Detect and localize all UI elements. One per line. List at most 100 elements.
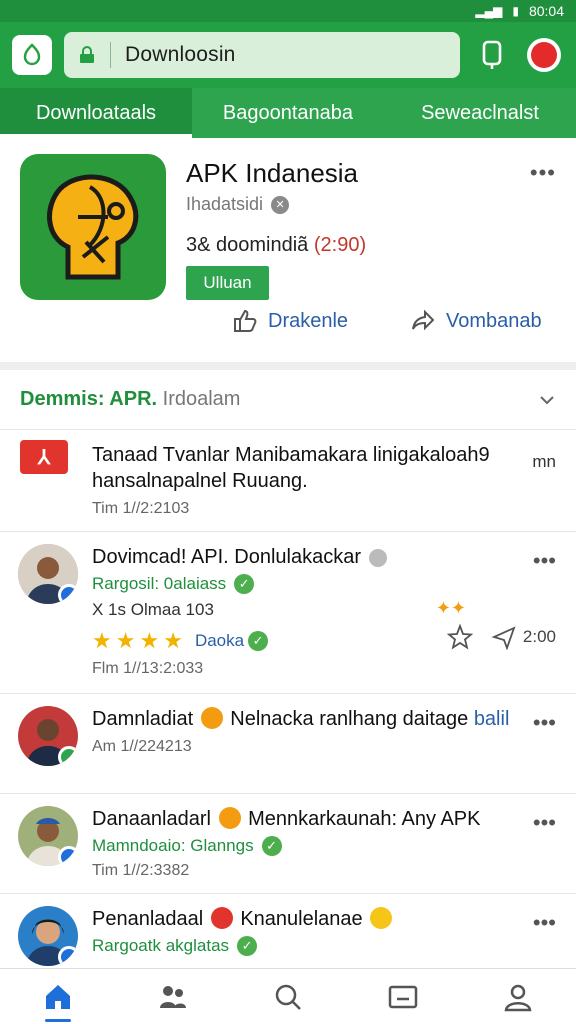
section-title-rest: Irdoalam xyxy=(162,388,241,410)
tab-second[interactable]: Bagoontanaba xyxy=(192,88,384,138)
lock-icon xyxy=(80,46,94,63)
verified-badge xyxy=(58,846,78,866)
emoji-icon xyxy=(200,707,223,729)
item-title-text: Penanladaal xyxy=(92,908,204,930)
downloads-prefix: 3& doomindiã xyxy=(186,234,309,256)
section-title: Demmis: APR. Irdoalam xyxy=(20,388,240,411)
ghost-icon xyxy=(368,549,387,567)
more-options-icon[interactable]: ••• xyxy=(533,710,556,736)
online-badge xyxy=(58,746,78,766)
install-button[interactable]: Ulluan xyxy=(186,266,269,300)
item-tag: mn xyxy=(532,452,556,471)
verified-icon: ✕ xyxy=(271,195,290,214)
app-art-icon xyxy=(47,174,139,280)
address-text: Downloosin xyxy=(125,43,236,66)
item-text: Tanaad Tvanlar Manibamakara linigakaloah… xyxy=(92,444,490,492)
people-icon xyxy=(159,985,186,1008)
item-subtitle-text: Rargosil: 0alaiass xyxy=(92,574,227,593)
item-title-rest: Knanulelanae xyxy=(240,908,363,930)
share-button[interactable]: Vombanab xyxy=(410,308,542,334)
item-time: Tim 1//2:3382 xyxy=(92,862,190,879)
item-title-rest: Nelnacka ranlhang daitage xyxy=(230,708,469,730)
developer-name: Ihadatsidi xyxy=(186,194,264,214)
nav-inbox[interactable] xyxy=(346,969,461,1024)
address-divider xyxy=(110,42,111,68)
nav-profile[interactable] xyxy=(461,969,576,1024)
item-title: Dovimcad! API. Donlulakackar xyxy=(92,544,556,570)
check-icon: ✓ xyxy=(261,836,282,856)
nav-people[interactable] xyxy=(115,969,230,1024)
tab-bar: Downloataals Bagoontanaba Seweaclnalst xyxy=(0,88,576,138)
share-icon xyxy=(412,309,435,331)
list-item[interactable]: ⅄ Tanaad Tvanlar Manibamakara linigakalo… xyxy=(0,430,576,532)
search-icon xyxy=(275,984,301,1010)
check-icon: ✓ xyxy=(248,631,269,651)
nav-search[interactable] xyxy=(230,969,345,1024)
bottom-nav xyxy=(0,968,576,1024)
star-icon: ★ xyxy=(163,628,183,653)
battery-icon: ▮ xyxy=(512,4,519,18)
feed-list: ⅄ Tanaad Tvanlar Manibamakara linigakalo… xyxy=(0,430,576,974)
app-logo-button[interactable] xyxy=(12,35,52,75)
item-title: Damnladiat Nelnacka ranlhang daitage bal… xyxy=(92,706,556,732)
section-title-bold: Demmis: APR. xyxy=(20,388,158,410)
status-bar: ▂▄▆ ▮ 80:04 xyxy=(0,0,576,22)
list-item[interactable]: Penanladaal Knanulelanae ••• Rargoatk ak… xyxy=(0,894,576,974)
more-options-icon[interactable]: ••• xyxy=(533,810,556,836)
item-title-link[interactable]: balil xyxy=(474,708,510,730)
tab-third[interactable]: Seweaclnalst xyxy=(384,88,576,138)
verified-badge xyxy=(58,946,78,966)
item-subtitle: Rargosil: 0alaiass ✓ xyxy=(92,574,556,594)
share-count-value: 2:00 xyxy=(522,627,556,646)
item-title-text: Dovimcad! API. Donlulakackar xyxy=(92,546,362,568)
item-subtitle-text: Rargoatk akglatas xyxy=(92,936,230,955)
star-icon: ★ xyxy=(115,628,136,653)
item-title-text: Damnladiat xyxy=(92,708,194,730)
send-icon xyxy=(491,626,516,650)
avatar[interactable] xyxy=(18,806,78,866)
section-header[interactable]: Demmis: APR. Irdoalam xyxy=(0,370,576,430)
like-label: Drakenle xyxy=(268,309,349,332)
chevron-down-icon[interactable] xyxy=(538,391,556,409)
more-options-icon[interactable]: ••• xyxy=(533,910,556,936)
share-count[interactable]: 2:00 xyxy=(491,624,556,650)
item-actions: 2:00 xyxy=(446,624,556,650)
item-subtitle: Mamndoaio: Glanngs ✓ xyxy=(92,836,556,856)
app-card: APK Indanesia ••• Ihadatsidi ✕ 3& doomin… xyxy=(0,138,576,370)
like-button[interactable]: Drakenle xyxy=(232,308,348,334)
address-bar[interactable]: Downloosin xyxy=(64,32,460,78)
avatar[interactable] xyxy=(18,906,78,966)
list-item[interactable]: Damnladiat Nelnacka ranlhang daitage bal… xyxy=(0,694,576,794)
item-title: Danaanladarl Mennkarkaunah: Any APK xyxy=(92,806,556,832)
star-outline-icon[interactable] xyxy=(446,624,473,650)
tab-downloads[interactable]: Downloataals xyxy=(0,88,192,138)
signal-icon: ▂▄▆ xyxy=(475,4,503,18)
star-icon: ★ xyxy=(92,628,112,653)
nav-home[interactable] xyxy=(0,969,115,1024)
sparkle-icon: ✦✦ xyxy=(435,598,466,618)
pdf-icon: ⅄ xyxy=(20,440,68,474)
more-options-icon[interactable]: ••• xyxy=(530,160,556,186)
check-icon: ✓ xyxy=(234,574,255,594)
item-time: Am 1//224213 xyxy=(92,738,192,755)
profile-icon xyxy=(527,38,561,72)
phone-icon xyxy=(482,40,502,69)
inbox-icon xyxy=(388,985,418,1008)
list-item[interactable]: Danaanladarl Mennkarkaunah: Any APK ••• … xyxy=(0,794,576,894)
app-developer: Ihadatsidi ✕ xyxy=(186,194,290,215)
profile-button[interactable] xyxy=(524,35,564,75)
app-name: APK Indanesia xyxy=(186,158,359,188)
avatar[interactable] xyxy=(18,706,78,766)
phone-button[interactable] xyxy=(472,35,512,75)
avatar[interactable] xyxy=(18,544,78,604)
check-icon: ✓ xyxy=(237,936,258,956)
more-options-icon[interactable]: ••• xyxy=(533,548,556,574)
app-icon[interactable] xyxy=(20,154,166,300)
status-time: 80:04 xyxy=(528,3,564,19)
verified-badge xyxy=(58,584,78,604)
emoji-icon xyxy=(370,907,393,929)
list-item[interactable]: Dovimcad! API. Donlulakackar ••• Rargosi… xyxy=(0,532,576,694)
browser-header: Downloosin xyxy=(0,22,576,88)
item-subtitle: Rargoatk akglatas ✓ xyxy=(92,936,556,956)
app-downloads: 3& doomindiã (2:90) xyxy=(186,234,366,257)
